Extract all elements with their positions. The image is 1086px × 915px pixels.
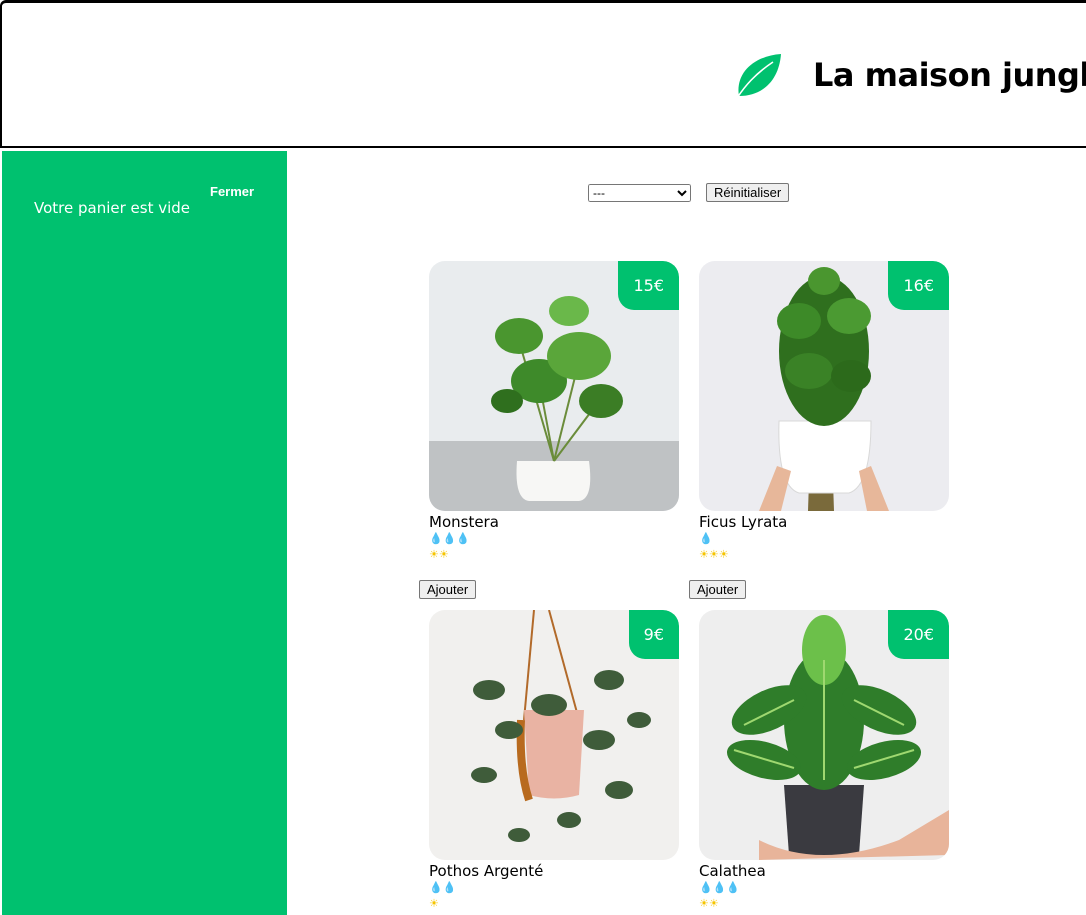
plant-image-pothos-argente: 9€ — [429, 610, 679, 860]
water-drop-icon: 💧💧💧 — [699, 881, 741, 894]
price-badge: 16€ — [888, 261, 949, 310]
plant-name: Calathea — [699, 862, 766, 880]
price-badge: 15€ — [618, 261, 679, 310]
reset-button[interactable]: Réinitialiser — [706, 183, 790, 202]
light-rating: ☀ — [429, 896, 679, 912]
sun-icon: ☀☀☀ — [699, 548, 729, 561]
add-to-cart-button[interactable]: Ajouter — [689, 580, 747, 599]
leaf-icon — [736, 54, 781, 99]
cart-empty-message: Votre panier est vide — [34, 199, 191, 217]
add-to-cart-button[interactable]: Ajouter — [419, 580, 477, 599]
sun-icon: ☀ — [429, 897, 439, 910]
water-rating: 💧💧💧 — [429, 531, 679, 547]
plant-card: 15€ Monstera 💧💧💧 ☀☀ — [429, 261, 679, 563]
plant-name: Monstera — [429, 513, 499, 531]
water-drop-icon: 💧💧💧 — [429, 532, 471, 545]
plant-card: 9€ Pothos Argenté 💧💧 ☀ — [429, 610, 679, 912]
plant-card: 16€ Ficus Lyrata 💧 ☀☀☀ — [699, 261, 949, 563]
close-cart-button[interactable]: Fermer — [210, 184, 254, 199]
water-rating: 💧💧💧 — [699, 880, 949, 896]
light-rating: ☀☀ — [429, 547, 679, 563]
plant-image-monstera: 15€ — [429, 261, 679, 511]
water-rating: 💧💧 — [429, 880, 679, 896]
plant-card: 20€ Calathea 💧💧💧 ☀☀ — [699, 610, 949, 912]
category-filter: --- Réinitialiser — [588, 183, 790, 202]
plant-image-ficus-lyrata: 16€ — [699, 261, 949, 511]
sun-icon: ☀☀ — [429, 548, 449, 561]
page-title: La maison jungle — [813, 56, 1086, 94]
plant-name: Ficus Lyrata — [699, 513, 788, 531]
plant-name: Pothos Argenté — [429, 862, 544, 880]
price-badge: 20€ — [888, 610, 949, 659]
cart-sidebar: Fermer Votre panier est vide — [2, 151, 287, 915]
water-drop-icon: 💧 — [699, 532, 713, 545]
water-rating: 💧 — [699, 531, 949, 547]
light-rating: ☀☀☀ — [699, 547, 949, 563]
plant-image-calathea: 20€ — [699, 610, 949, 860]
category-select[interactable]: --- — [588, 183, 691, 202]
light-rating: ☀☀ — [699, 896, 949, 912]
price-badge: 9€ — [628, 610, 679, 659]
water-drop-icon: 💧💧 — [429, 881, 457, 894]
sun-icon: ☀☀ — [699, 897, 719, 910]
